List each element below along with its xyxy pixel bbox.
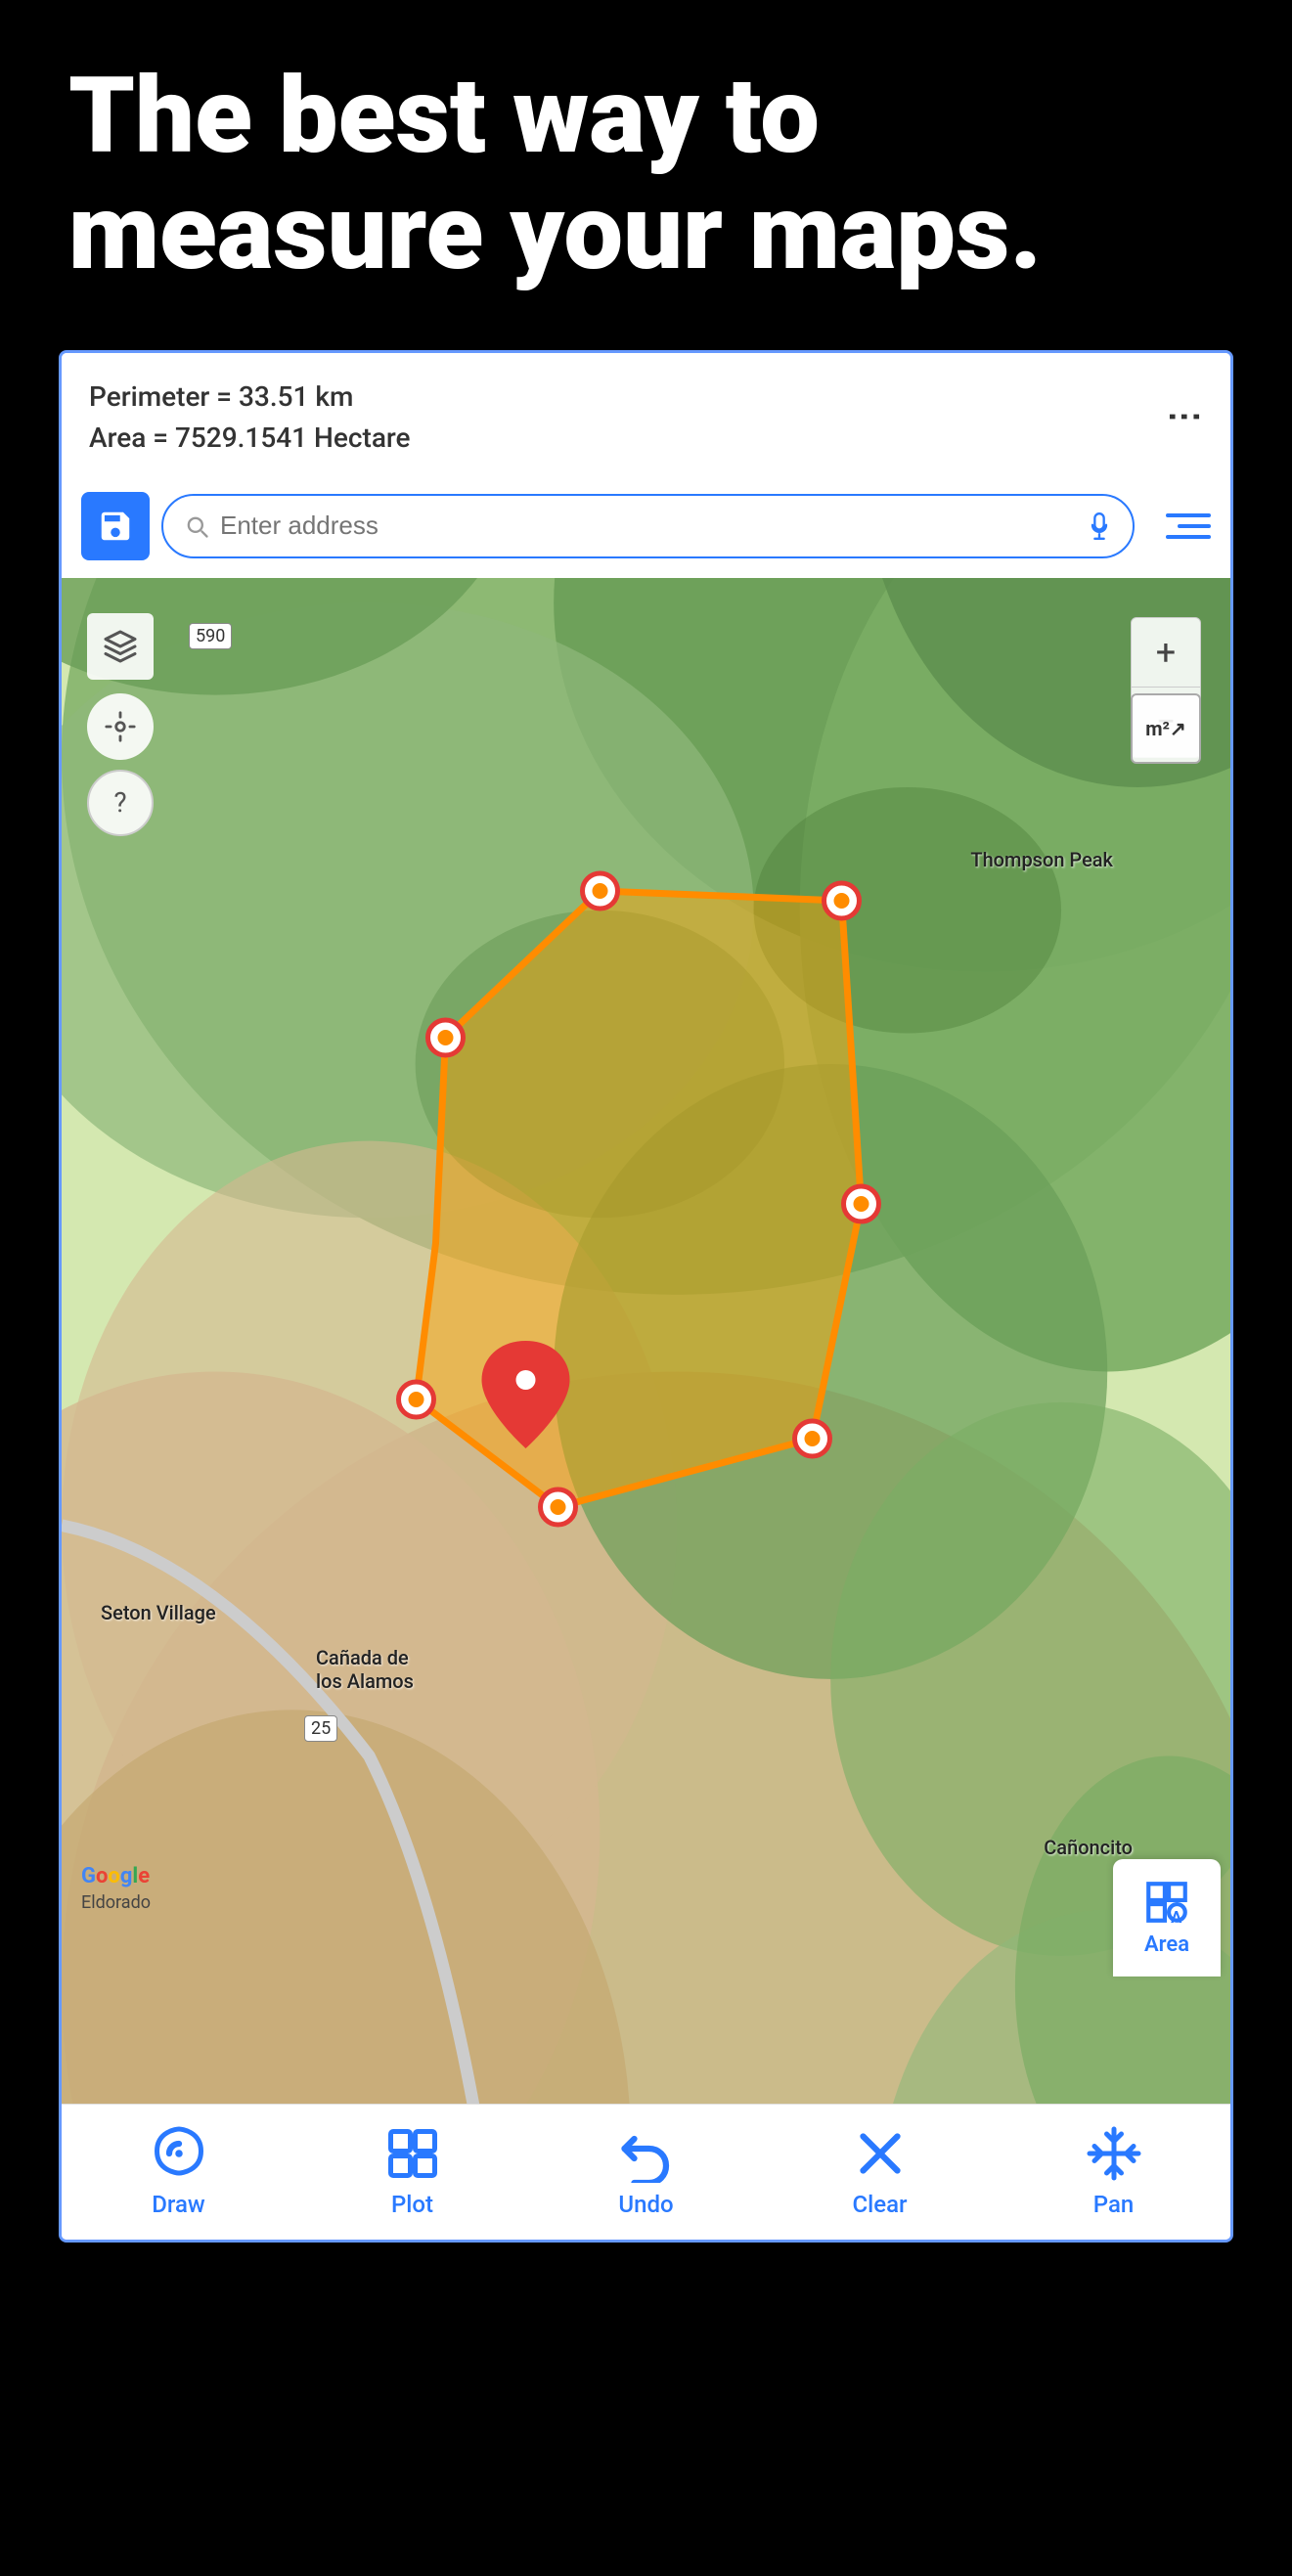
layers-icon bbox=[103, 629, 138, 664]
route-25-badge: 25 bbox=[304, 1715, 337, 1742]
save-icon bbox=[97, 508, 134, 545]
search-input-wrap bbox=[161, 494, 1135, 558]
undo-icon bbox=[615, 2122, 678, 2185]
microphone-icon[interactable] bbox=[1086, 512, 1113, 540]
menu-line-2 bbox=[1178, 524, 1211, 528]
undo-label: Undo bbox=[618, 2191, 673, 2218]
draw-tool-button[interactable]: Draw bbox=[120, 2122, 238, 2218]
area-label: Area bbox=[1144, 1932, 1189, 1957]
google-logo: Google bbox=[81, 1864, 150, 1888]
clear-icon bbox=[849, 2122, 912, 2185]
layers-button[interactable] bbox=[87, 613, 154, 680]
app-container: Perimeter = 33.51 km Area = 7529.1541 He… bbox=[59, 350, 1233, 2243]
eldorado-label: Eldorado bbox=[81, 1892, 151, 1913]
stats-text: Perimeter = 33.51 km Area = 7529.1541 He… bbox=[89, 377, 411, 459]
plot-tool-button[interactable]: Plot bbox=[354, 2122, 471, 2218]
pan-tool-button[interactable]: Pan bbox=[1055, 2122, 1173, 2218]
m2-button[interactable]: m²↗ bbox=[1131, 693, 1201, 764]
hero-section: The best way to measure your maps. bbox=[0, 0, 1292, 350]
undo-button[interactable]: Undo bbox=[588, 2122, 705, 2218]
clear-button[interactable]: Clear bbox=[822, 2122, 939, 2218]
stats-bar: Perimeter = 33.51 km Area = 7529.1541 He… bbox=[62, 353, 1230, 482]
save-button[interactable] bbox=[81, 492, 150, 560]
plot-icon bbox=[381, 2122, 444, 2185]
more-options-button[interactable]: ⋮ bbox=[1168, 399, 1203, 436]
help-button[interactable]: ? bbox=[87, 770, 154, 836]
menu-line-3 bbox=[1166, 535, 1211, 539]
hero-title: The best way to measure your maps. bbox=[68, 59, 1224, 291]
map-background bbox=[62, 578, 1230, 2104]
menu-button[interactable] bbox=[1146, 502, 1211, 551]
clear-label: Clear bbox=[852, 2191, 907, 2218]
area-button[interactable]: A Area bbox=[1113, 1859, 1221, 1976]
address-input[interactable] bbox=[220, 511, 1076, 541]
bottom-toolbar: Draw Plot bbox=[62, 2104, 1230, 2240]
pan-icon bbox=[1083, 2122, 1145, 2185]
search-icon bbox=[183, 512, 210, 540]
pan-label: Pan bbox=[1093, 2191, 1134, 2218]
perimeter-value: Perimeter = 33.51 km bbox=[89, 377, 411, 418]
area-icon: A bbox=[1142, 1878, 1191, 1927]
search-row bbox=[62, 482, 1230, 578]
map-area[interactable]: Thompson Peak Seton Village Cañada delos… bbox=[62, 578, 1230, 2104]
plot-label: Plot bbox=[391, 2191, 433, 2218]
draw-icon bbox=[148, 2122, 210, 2185]
area-value: Area = 7529.1541 Hectare bbox=[89, 418, 411, 459]
route-590-badge: 590 bbox=[189, 623, 232, 649]
menu-line-1 bbox=[1166, 513, 1211, 517]
svg-text:A: A bbox=[1171, 1909, 1182, 1927]
location-button[interactable] bbox=[87, 693, 154, 760]
draw-label: Draw bbox=[152, 2191, 204, 2218]
zoom-in-button[interactable]: + bbox=[1131, 617, 1201, 688]
location-icon bbox=[104, 710, 137, 743]
